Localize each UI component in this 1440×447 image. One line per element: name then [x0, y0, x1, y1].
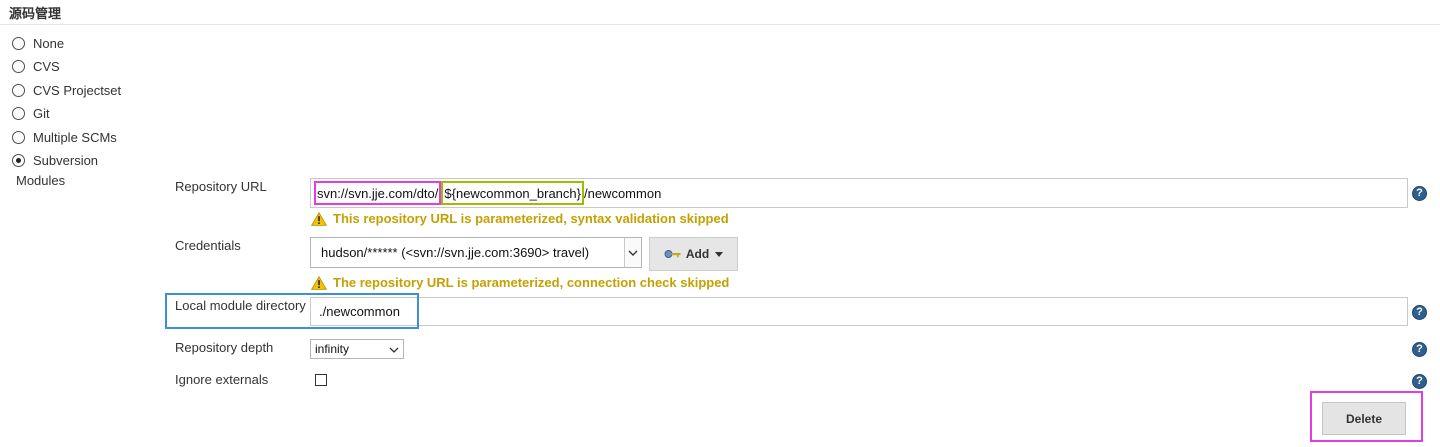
help-icon[interactable]: ?	[1412, 342, 1427, 357]
scm-option-label: Multiple SCMs	[33, 129, 117, 145]
repository-url-label: Repository URL	[175, 179, 267, 194]
warning-triangle-icon	[311, 275, 327, 290]
ignore-externals-checkbox[interactable]	[315, 374, 327, 386]
warning-triangle-icon	[311, 211, 327, 226]
caret-down-icon	[715, 251, 724, 257]
chevron-down-icon	[389, 347, 399, 353]
credentials-label: Credentials	[175, 238, 241, 253]
credentials-warning-text: The repository URL is parameterized, con…	[333, 275, 730, 290]
credentials-warning: The repository URL is parameterized, con…	[311, 275, 729, 290]
add-credentials-button[interactable]: Add	[649, 237, 738, 271]
radio-multiple-scms[interactable]	[12, 130, 25, 144]
radio-none[interactable]	[12, 36, 25, 50]
help-icon[interactable]: ?	[1412, 305, 1427, 320]
help-icon[interactable]: ?	[1412, 186, 1427, 201]
annotation-box-green: ${newcommon_branch}	[441, 181, 584, 205]
scm-option-label: Git	[33, 105, 50, 121]
scm-option-label: CVS	[33, 58, 60, 74]
radio-subversion[interactable]	[12, 153, 25, 167]
radio-cvs[interactable]	[12, 59, 25, 73]
repository-depth-select[interactable]: infinity	[310, 339, 404, 359]
radio-git[interactable]	[12, 106, 25, 120]
credentials-select[interactable]: hudson/****** (<svn://svn.jje.com:3690> …	[310, 237, 642, 268]
add-button-label: Add	[685, 247, 710, 261]
scm-option-none[interactable]: None	[12, 33, 64, 53]
section-title: 源码管理	[9, 6, 62, 21]
local-module-directory-label: Local module directory	[175, 298, 306, 313]
scm-option-label: Subversion	[33, 152, 99, 168]
scm-option-subversion[interactable]: Subversion	[12, 150, 98, 170]
ignore-externals-label: Ignore externals	[175, 372, 269, 387]
scm-option-git[interactable]: Git	[12, 103, 50, 123]
key-icon	[664, 250, 681, 258]
section-divider	[0, 24, 1440, 25]
repository-url-warning: This repository URL is parameterized, sy…	[311, 211, 729, 226]
scm-option-cvs-projectset[interactable]: CVS Projectset	[12, 80, 121, 100]
scm-option-multiple-scms[interactable]: Multiple SCMs	[12, 127, 117, 147]
scm-option-label: None	[33, 35, 65, 51]
delete-button[interactable]: Delete	[1322, 402, 1406, 435]
scm-option-label: CVS Projectset	[33, 82, 122, 98]
repository-url-input[interactable]: svn://svn.jje.com/dto/ ${newcommon_branc…	[310, 178, 1408, 208]
credentials-selected-value: hudson/****** (<svn://svn.jje.com:3690> …	[321, 245, 590, 260]
annotation-box-magenta: svn://svn.jje.com/dto/	[314, 181, 442, 205]
help-icon[interactable]: ?	[1412, 374, 1427, 389]
modules-label: Modules	[16, 173, 66, 188]
scm-option-cvs[interactable]: CVS	[12, 56, 60, 76]
repository-url-part-base: svn://svn.jje.com/dto/	[317, 185, 439, 201]
repository-url-part-suffix: /newcommon	[583, 185, 662, 201]
repository-depth-selected-value: infinity	[315, 342, 350, 356]
repository-depth-label: Repository depth	[175, 340, 274, 355]
chevron-down-icon[interactable]	[624, 238, 641, 267]
local-module-directory-input[interactable]: ./newcommon	[310, 297, 1408, 326]
radio-cvs-projectset[interactable]	[12, 83, 25, 97]
repository-url-part-param: ${newcommon_branch}	[444, 185, 581, 201]
repository-url-warning-text: This repository URL is parameterized, sy…	[333, 211, 729, 226]
